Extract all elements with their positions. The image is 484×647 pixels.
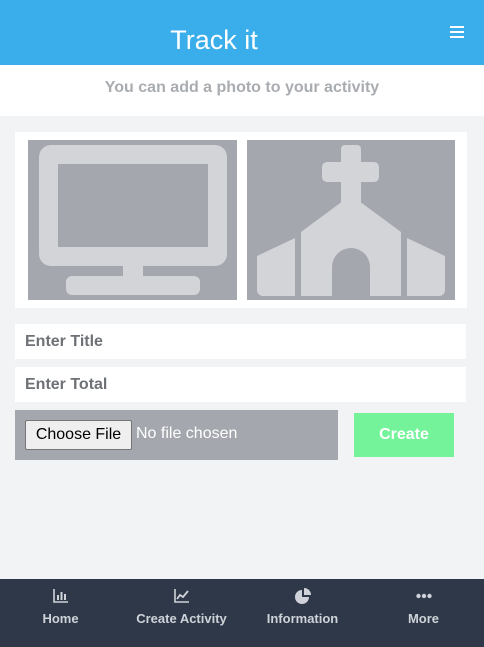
app-title: Track it [170,25,258,55]
nav-label-create-activity: Create Activity [136,611,227,626]
nav-item-information[interactable]: Information [242,579,363,647]
title-input[interactable] [15,324,466,359]
church-icon [257,145,445,296]
nav-item-create-activity[interactable]: Create Activity [121,579,242,647]
nav-label-information: Information [266,611,339,626]
photo-option-monitor[interactable] [28,140,237,300]
photo-hint-text: You can add a photo to your activity [104,79,380,96]
line-chart-icon [173,589,189,603]
nav-item-home[interactable]: Home [0,579,121,647]
photo-option-church[interactable] [247,140,455,300]
ellipsis-icon [415,593,432,599]
file-status-text: No file chosen [136,425,238,442]
nav-item-more[interactable]: More [363,579,484,647]
choose-file-button[interactable]: Choose File [25,420,132,450]
nav-label-home: Home [42,611,79,626]
desktop-monitor-icon [39,145,227,295]
hamburger-menu-icon [450,26,464,38]
nav-label-more: More [407,611,440,626]
create-button[interactable]: Create [354,413,454,457]
total-input[interactable] [15,367,466,402]
pie-chart-icon [294,588,311,604]
menu-button[interactable] [446,20,468,44]
bar-chart-icon [52,589,68,603]
